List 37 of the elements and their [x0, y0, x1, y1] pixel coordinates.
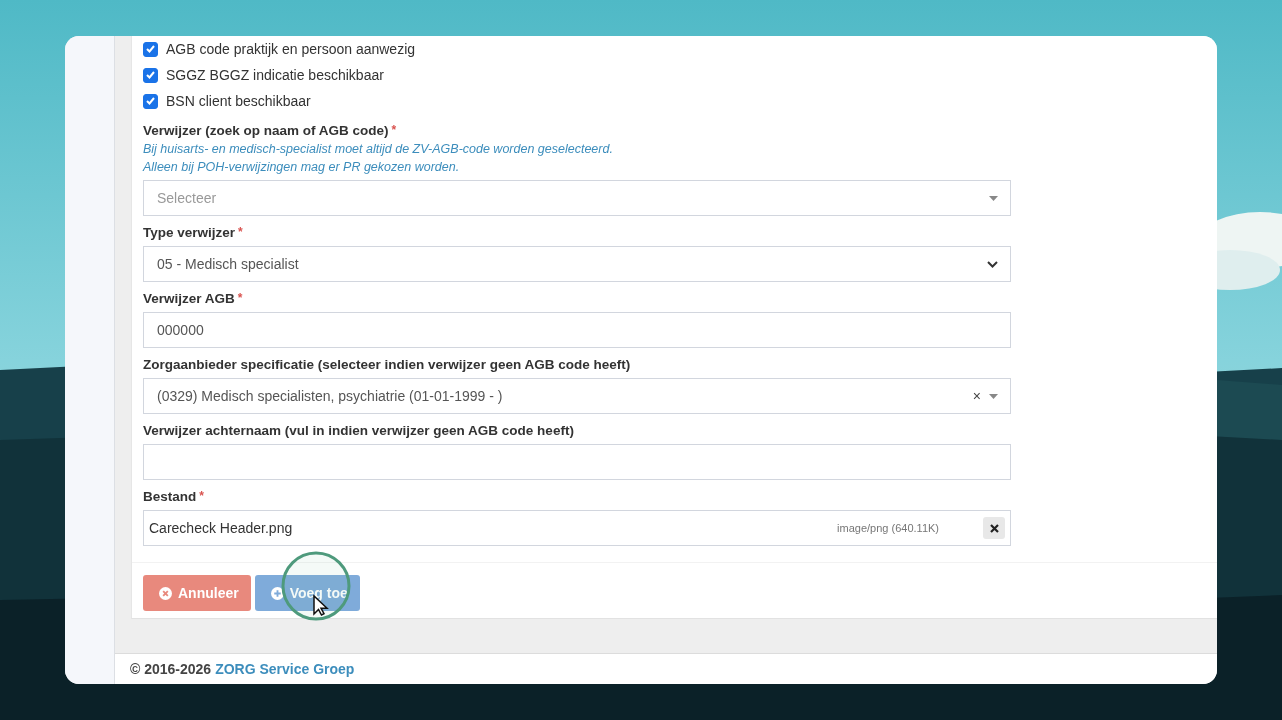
required-mark: * — [199, 489, 204, 504]
required-mark: * — [238, 225, 243, 240]
check-icon — [146, 45, 155, 53]
required-mark: * — [237, 291, 243, 306]
checkbox-label: SGGZ BGGZ indicatie beschikbaar — [166, 67, 384, 83]
hint-text: Alleen bij POH-verwijzingen mag er PR gekozen worden. — [143, 160, 461, 174]
plus-circle-icon — [270, 586, 284, 600]
caret-icon — [989, 195, 998, 201]
field-label: Type verwijzer — [143, 225, 236, 240]
hint-text: Bij huisarts- en medisch-specialist moet altijd de ZV-AGB-code worden geselecteerd. — [143, 142, 614, 156]
checkbox[interactable] — [143, 41, 158, 57]
close-icon — [989, 523, 999, 533]
file-type: image/png (640.11K) — [837, 522, 939, 534]
select-field[interactable]: (0329) Medisch specialisten, psychiatrie (01-01-1999 - ) × — [143, 378, 1011, 414]
caret-icon — [989, 393, 998, 399]
copyright-text: © 2016-2026 — [130, 661, 212, 677]
clear-icon[interactable]: × — [972, 388, 981, 404]
chevron-down-icon — [987, 260, 998, 268]
x-circle-icon — [159, 586, 172, 600]
check-icon — [146, 71, 155, 79]
checkbox[interactable] — [143, 93, 158, 109]
file-field[interactable]: Carecheck Header.png image/png (640.11K) — [143, 510, 1011, 546]
remove-button[interactable] — [983, 517, 1005, 539]
checkbox-label: BSN client beschikbaar — [166, 93, 311, 109]
select-field[interactable]: 05 - Medisch specialist — [143, 246, 1011, 282]
field-label: Verwijzer AGB — [143, 291, 235, 306]
input-field[interactable] — [143, 444, 1011, 480]
field-label: Bestand — [143, 489, 197, 504]
required-mark: * — [391, 123, 397, 138]
check-icon — [146, 97, 155, 105]
field-label: Zorgaanbieder specificatie (selecteer indien verwijzer geen AGB code heeft) — [143, 357, 631, 372]
checkbox[interactable] — [143, 67, 158, 83]
company-link[interactable]: ZORG Service Groep — [215, 661, 355, 677]
input-field[interactable]: 000000 — [143, 312, 1011, 348]
checkbox-label: AGB code praktijk en persoon aanwezig — [166, 41, 416, 57]
field-label: Verwijzer achternaam (vul in indien verwijzer geen AGB code heeft) — [143, 423, 574, 438]
field-label: Verwijzer (zoek op naam of AGB code) — [143, 123, 389, 138]
